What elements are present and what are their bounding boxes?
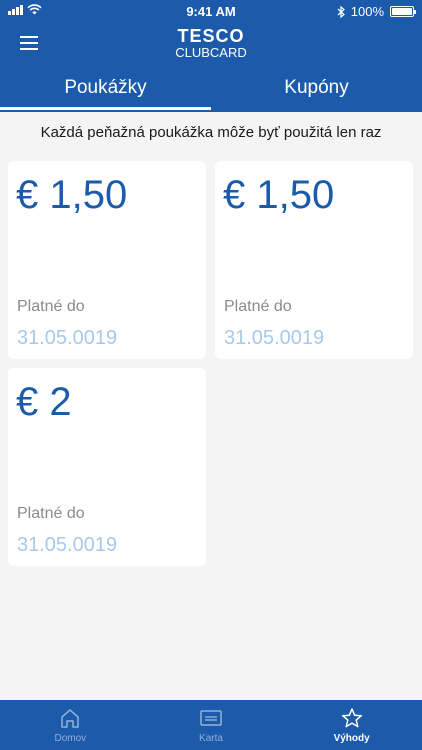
- logo-clubcard: CLUBCARD: [175, 45, 247, 60]
- voucher-amount: € 2: [16, 380, 72, 424]
- voucher-card[interactable]: € 2 Platné do 31.05.0019: [8, 368, 206, 566]
- tab-bar: Poukážky Kupóny: [0, 68, 422, 112]
- status-right: 100%: [337, 4, 416, 19]
- home-icon: [61, 709, 80, 728]
- app-header: 9:41 AM 100% TESCO CLUBCARD Poukážky Kup…: [0, 0, 422, 112]
- nav-karta[interactable]: Karta: [141, 700, 282, 750]
- nav-label: Karta: [199, 733, 223, 744]
- nav-domov[interactable]: Domov: [0, 700, 141, 750]
- nav-label: Výhody: [333, 733, 370, 744]
- valid-until-label: Platné do: [17, 505, 85, 522]
- tab-poukazky[interactable]: Poukážky: [0, 68, 211, 112]
- nav-label: Domov: [54, 733, 87, 744]
- card-icon: [200, 710, 222, 726]
- voucher-amount: € 1,50: [16, 173, 128, 217]
- valid-until-date: 31.05.0019: [17, 534, 118, 556]
- battery-icon: [390, 6, 416, 17]
- star-icon: [341, 708, 362, 728]
- bottom-nav: Domov Karta Výhody: [0, 700, 422, 750]
- nav-vyhody[interactable]: Výhody: [281, 700, 422, 750]
- valid-until-date: 31.05.0019: [224, 327, 325, 349]
- voucher-card[interactable]: € 1,50 Platné do 31.05.0019: [215, 161, 413, 359]
- logo-tesco: TESCO: [177, 26, 245, 46]
- tab-kupony[interactable]: Kupóny: [211, 68, 422, 112]
- voucher-notice: Každá peňažná poukážka môže byť použitá …: [40, 124, 382, 141]
- tesco-clubcard-logo: TESCO CLUBCARD: [0, 27, 422, 59]
- voucher-card[interactable]: € 1,50 Platné do 31.05.0019: [8, 161, 206, 359]
- valid-until-label: Platné do: [17, 298, 85, 315]
- valid-until-label: Platné do: [224, 298, 292, 315]
- valid-until-date: 31.05.0019: [17, 327, 118, 349]
- status-bar: 9:41 AM 100%: [0, 0, 422, 22]
- battery-percent: 100%: [350, 4, 384, 19]
- bluetooth-icon: [337, 5, 345, 18]
- voucher-amount: € 1,50: [223, 173, 335, 217]
